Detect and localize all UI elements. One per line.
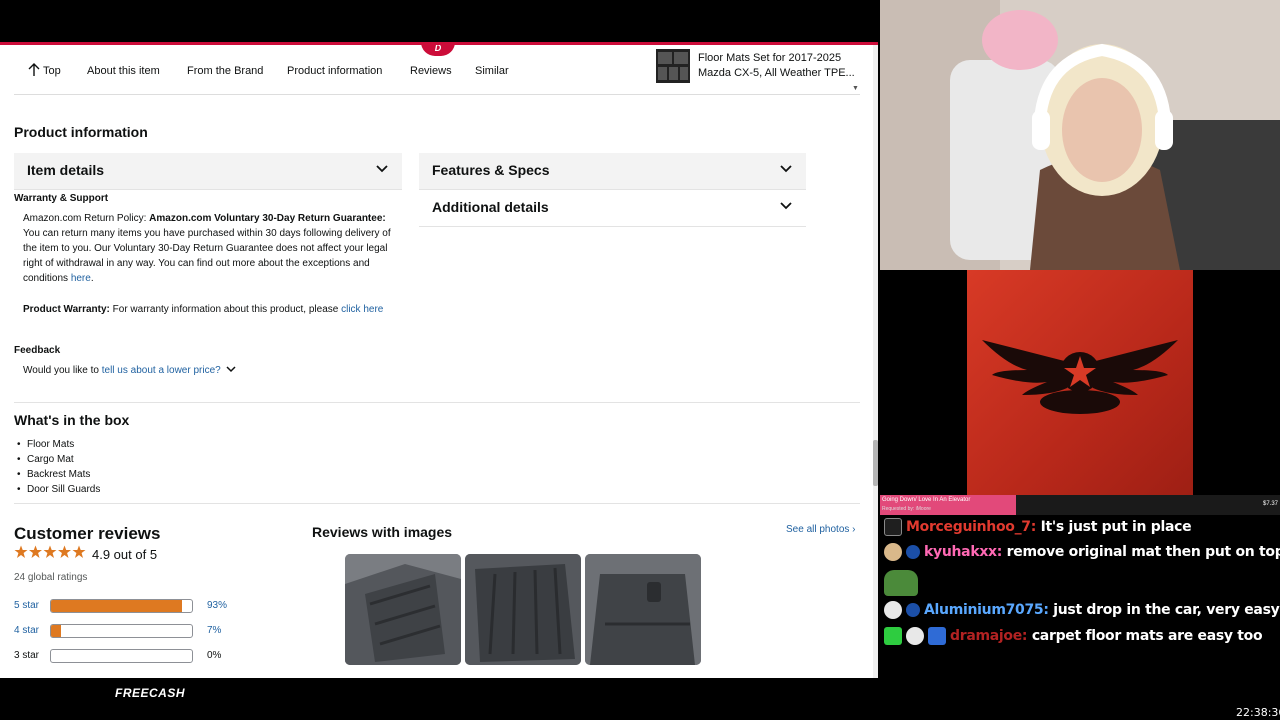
item-details-title: Item details <box>27 162 105 178</box>
warranty-link[interactable]: click here <box>341 304 383 315</box>
features-specs-title: Features & Specs <box>432 162 550 178</box>
chevron-down-icon <box>376 165 388 173</box>
sticky-nav-bar: D Top About this item From the Brand Pro… <box>0 45 862 92</box>
chat-message: kyuhakxx: remove original mat then put o… <box>884 543 1280 561</box>
pepe-emote-icon <box>884 570 918 596</box>
emote-badge-icon <box>884 601 902 619</box>
nav-similar[interactable]: Similar <box>475 65 509 77</box>
rating-percent[interactable]: 7% <box>207 625 221 636</box>
year-badge-icon <box>928 627 946 645</box>
product-warranty-text: Product Warranty: For warranty informati… <box>23 304 384 315</box>
chat-message: Morceguinhoo_7: It's just put in place <box>884 518 1192 536</box>
rating-label: 3 star <box>14 650 40 661</box>
chevron-down-icon <box>225 366 236 373</box>
rating-row-4[interactable]: 4 star 7% <box>14 624 234 638</box>
review-image[interactable] <box>345 554 461 665</box>
review-image[interactable] <box>465 554 581 665</box>
nav-reviews[interactable]: Reviews <box>410 65 452 77</box>
scrollbar[interactable] <box>873 45 878 678</box>
sponsor-logo: FREECASH <box>115 686 186 700</box>
return-policy-link[interactable]: here <box>71 273 91 284</box>
mod-badge-icon <box>884 518 902 536</box>
product-thumbnail[interactable] <box>656 49 690 83</box>
item-details-accordion[interactable]: Item details <box>14 153 402 190</box>
emote-badge-icon <box>884 543 902 561</box>
return-policy-text: Amazon.com Return Policy: Amazon.com Vol… <box>23 213 391 284</box>
song-price: $7.37 <box>1262 501 1278 507</box>
reviews-with-images-heading: Reviews with images <box>312 524 453 540</box>
song-request-bar: Going Down/ Love In An Elevator Requeste… <box>880 495 1280 515</box>
scrollbar-thumb[interactable] <box>873 440 878 486</box>
nav-from-brand[interactable]: From the Brand <box>187 65 263 77</box>
features-specs-accordion[interactable]: Features & Specs <box>419 153 806 190</box>
emote-badge-icon <box>906 627 924 645</box>
box-items-list: Floor Mats Cargo Mat Backrest Mats Door … <box>16 437 100 497</box>
arrow-up-icon[interactable] <box>28 63 40 77</box>
warranty-support-heading: Warranty & Support <box>14 193 109 204</box>
rating-label[interactable]: 5 star <box>14 600 39 611</box>
customer-reviews-heading: Customer reviews <box>14 524 161 543</box>
rating-row-3: 3 star 0% <box>14 649 234 663</box>
deal-badge: D <box>421 45 455 56</box>
list-item: Door Sill Guards <box>16 482 100 497</box>
see-all-photos-link[interactable]: See all photos › <box>786 524 856 535</box>
sword-badge-icon <box>884 627 902 645</box>
clock: 22:38:36 <box>1236 706 1280 719</box>
review-image[interactable] <box>585 554 701 665</box>
rating-percent[interactable]: 93% <box>207 600 227 611</box>
divider <box>14 402 860 403</box>
chat-message: dramajoe: carpet floor mats are easy too <box>884 627 1263 645</box>
chevron-down-icon <box>780 165 792 173</box>
nav-product-information[interactable]: Product information <box>287 65 382 77</box>
rating-text: 4.9 out of 5 <box>92 547 158 562</box>
star-rating-icon[interactable] <box>14 545 88 559</box>
nasa-badge-icon <box>906 603 920 617</box>
caret-down-icon: ▼ <box>852 85 859 92</box>
rating-percent: 0% <box>207 650 222 661</box>
product-title[interactable]: Floor Mats Set for 2017-2025 Mazda CX-5,… <box>698 51 856 81</box>
rating-bar[interactable] <box>50 624 193 638</box>
song-requester: Requested by: iMoore <box>882 506 931 512</box>
global-ratings-count: 24 global ratings <box>14 572 88 583</box>
nasa-badge-icon <box>906 545 920 559</box>
divider <box>14 94 860 95</box>
rating-label[interactable]: 4 star <box>14 625 39 636</box>
additional-details-accordion[interactable]: Additional details <box>419 190 806 227</box>
lower-price-link[interactable]: tell us about a lower price? <box>102 365 221 376</box>
webcam-feed <box>880 0 1280 270</box>
whats-in-box-heading: What's in the box <box>14 412 130 428</box>
nav-about-item[interactable]: About this item <box>87 65 160 77</box>
rating-bar[interactable] <box>50 599 193 613</box>
feedback-heading: Feedback <box>14 345 61 356</box>
feedback-text: Would you like to tell us about a lower … <box>23 363 236 378</box>
product-information-heading: Product information <box>14 124 148 140</box>
list-item: Backrest Mats <box>16 467 100 482</box>
list-item: Floor Mats <box>16 437 100 452</box>
nav-top[interactable]: Top <box>43 65 61 77</box>
album-art <box>967 270 1193 495</box>
list-item: Cargo Mat <box>16 452 100 467</box>
chat-message: Aluminium7075: just drop in the car, ver… <box>884 601 1280 619</box>
chat-emote-line <box>884 570 922 598</box>
song-title: Going Down/ Love In An Elevator <box>882 497 971 503</box>
divider <box>14 503 860 504</box>
browser-page: D Top About this item From the Brand Pro… <box>0 42 878 678</box>
rating-bar <box>50 649 193 663</box>
chevron-down-icon <box>780 202 792 210</box>
rating-row-5[interactable]: 5 star 93% <box>14 599 234 613</box>
additional-details-title: Additional details <box>432 199 549 215</box>
